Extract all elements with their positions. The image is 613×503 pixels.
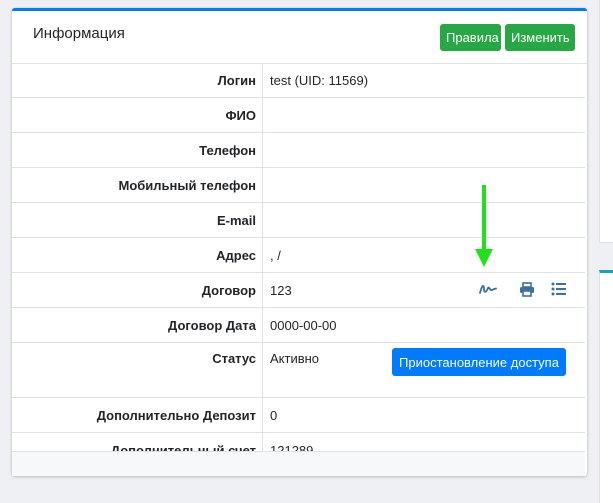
table-row: Адрес , / [12,237,585,273]
table-row: Договор Дата 0000-00-00 [12,307,585,343]
suspend-access-button[interactable]: Приостановление доступа [392,348,566,376]
row-value-login: test (UID: 11569) [262,63,585,98]
row-label-contract: Договор [12,272,263,308]
row-label-mobile: Мобильный телефон [12,167,263,203]
card-title: Информация [33,25,125,42]
arrow-down-icon [475,185,493,267]
row-value-status-cell: Активно Приостановление доступа [262,342,585,398]
side-card-top [599,0,613,243]
print-icon[interactable] [519,282,535,297]
row-value-contract-date: 0000-00-00 [262,307,585,343]
table-row: Мобильный телефон [12,167,585,203]
row-value-email [262,202,585,238]
row-label-fio: ФИО [12,97,263,133]
row-label-contract-date: Договор Дата [12,307,263,343]
row-value-address: , / [262,237,585,273]
row-label-status: Статус [12,342,263,398]
table-row: Логин test (UID: 11569) [12,63,585,98]
rules-button[interactable]: Правила [440,24,501,51]
row-value-mobile [262,167,585,203]
row-label-address: Адрес [12,237,263,273]
card-footer [12,451,585,476]
table-row: Договор 123 [12,272,585,308]
row-label-extra-deposit: Дополнительно Депозит [12,397,263,433]
signature-icon[interactable] [479,282,497,296]
table-row: E-mail [12,202,585,238]
row-label-email: E-mail [12,202,263,238]
side-card-bottom [599,270,613,503]
table-row: ФИО [12,97,585,133]
info-card: Информация Правила Изменить Логин test (… [12,8,587,476]
card-header: Информация Правила Изменить [12,11,587,64]
row-value-extra-deposit: 0 [262,397,585,433]
edit-button[interactable]: Изменить [505,24,575,51]
info-table: Логин test (UID: 11569) ФИО Телефон Моби… [12,63,585,468]
row-label-login: Логин [12,63,263,98]
row-value-contract-cell: 123 [262,272,585,308]
row-label-phone: Телефон [12,132,263,168]
status-value: Активно [270,351,320,366]
row-value-contract: 123 [270,282,292,298]
list-icon[interactable] [551,282,567,296]
table-row: Телефон [12,132,585,168]
row-value-phone [262,132,585,168]
row-value-fio [262,97,585,133]
table-row: Статус Активно Приостановление доступа [12,342,585,398]
table-row: Дополнительно Депозит 0 [12,397,585,433]
